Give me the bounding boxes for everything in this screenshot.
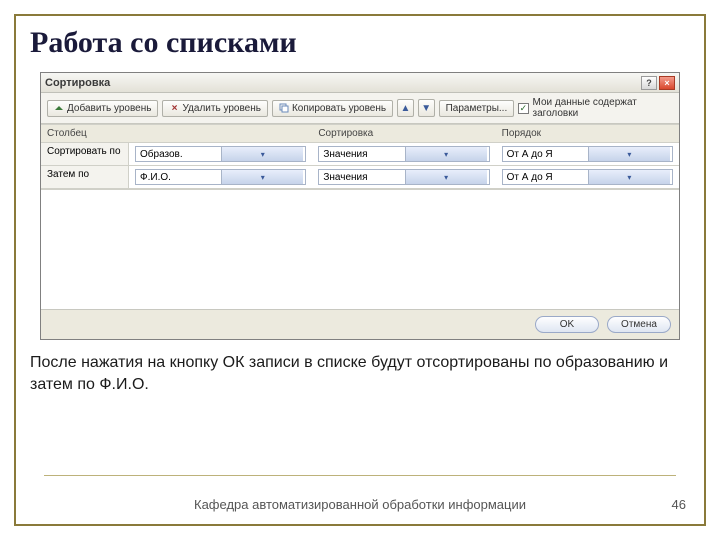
sort-grid: Столбец Сортировка Порядок Сортировать п… [41,124,679,189]
sort-dialog: Сортировка ? × Добавить уровень × Удалит… [40,72,680,340]
add-level-button[interactable]: Добавить уровень [47,100,158,117]
sortby-select[interactable]: Значения▾ [318,169,489,185]
copy-icon [279,103,289,113]
cell: Образов.▾ [129,143,312,166]
has-headers-checkbox[interactable]: ✓ Мои данные содержат заголовки [518,97,673,119]
column-select[interactable]: Образов.▾ [135,146,306,162]
chevron-down-icon: ▾ [588,147,670,161]
move-up-button[interactable]: ▲ [397,99,414,117]
move-down-button[interactable]: ▼ [418,99,435,117]
copy-level-button[interactable]: Копировать уровень [272,100,393,117]
help-button[interactable]: ? [641,76,657,90]
footer-divider [44,475,676,476]
slide-title: Работа со списками [30,26,690,60]
dialog-footer: OK Отмена [41,309,679,339]
close-button[interactable]: × [659,76,675,90]
body-paragraph: После нажатия на кнопку ОК записи в спис… [30,352,690,395]
dialog-caption: Сортировка [45,77,110,89]
delete-icon: × [169,103,179,113]
row-lead: Затем по [41,166,129,189]
grid-header-sortby: Сортировка [312,124,495,143]
checkbox-icon: ✓ [518,103,528,114]
add-icon [54,103,64,113]
column-select[interactable]: Ф.И.О.▾ [135,169,306,185]
chevron-down-icon: ▾ [405,170,487,184]
order-select[interactable]: От А до Я▾ [502,169,673,185]
sortby-select[interactable]: Значения▾ [318,146,489,162]
page-number: 46 [672,497,686,512]
delete-level-button[interactable]: × Удалить уровень [162,100,267,117]
cell: Значения▾ [312,143,495,166]
slide-frame: Работа со списками Сортировка ? × Добави… [14,14,706,526]
grid-header-column: Столбец [41,124,312,143]
chevron-down-icon: ▾ [221,170,303,184]
order-select[interactable]: От А до Я▾ [502,146,673,162]
ok-button[interactable]: OK [535,316,599,333]
footer-caption: Кафедра автоматизированной обработки инф… [16,497,704,512]
row-lead: Сортировать по [41,143,129,166]
cell: От А до Я▾ [496,143,679,166]
options-button[interactable]: Параметры... [439,100,515,117]
chevron-down-icon: ▾ [221,147,303,161]
grid-empty-area [41,189,679,309]
cell: Значения▾ [312,166,495,189]
cell: От А до Я▾ [496,166,679,189]
cancel-button[interactable]: Отмена [607,316,671,333]
chevron-down-icon: ▾ [405,147,487,161]
dialog-titlebar: Сортировка ? × [41,73,679,93]
cell: Ф.И.О.▾ [129,166,312,189]
chevron-down-icon: ▾ [588,170,670,184]
grid-header-order: Порядок [496,124,679,143]
dialog-toolbar: Добавить уровень × Удалить уровень Копир… [41,93,679,124]
